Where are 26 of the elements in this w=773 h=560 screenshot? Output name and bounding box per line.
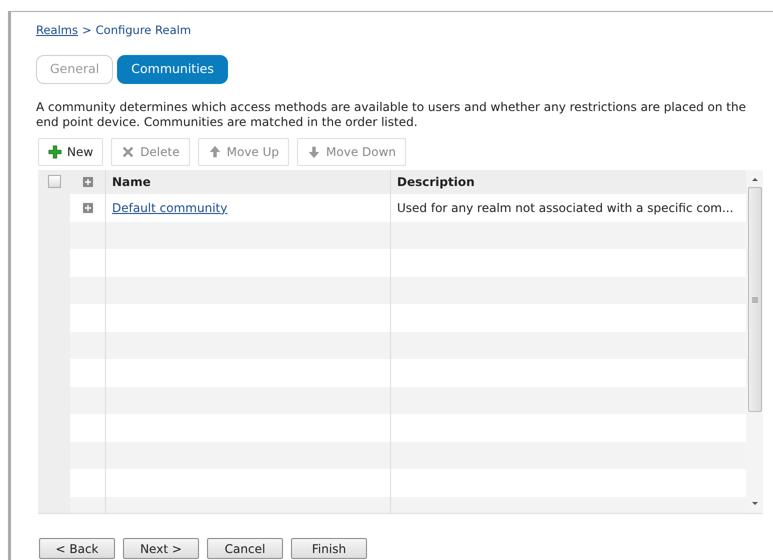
- wizard-button[interactable]: < Back: [39, 538, 115, 559]
- wizard-button[interactable]: Cancel: [207, 538, 283, 559]
- table-cell-text: Used for any realm not associated with a specific com...: [397, 200, 734, 217]
- scroll-up-icon[interactable]: [750, 176, 758, 182]
- scroll-down-icon[interactable]: [750, 501, 758, 507]
- breadcrumb-separator: >: [82, 22, 92, 39]
- community-link[interactable]: Default community: [112, 198, 228, 217]
- column-header[interactable]: Name: [112, 173, 151, 191]
- toolbar-button[interactable]: New: [38, 138, 104, 166]
- arrow-down-icon: [307, 145, 322, 159]
- plus-icon: [48, 145, 62, 159]
- cross-icon: [121, 145, 136, 159]
- wizard-button[interactable]: Finish: [291, 538, 367, 559]
- select-all-checkbox[interactable]: [48, 175, 60, 188]
- grip-icon: [752, 296, 758, 302]
- tab[interactable]: Communities: [117, 55, 228, 84]
- breadcrumb-current: Configure Realm: [96, 22, 192, 39]
- scrollbar-thumb[interactable]: [748, 187, 762, 412]
- expand-icon[interactable]: [82, 202, 92, 213]
- description-text: A community determines which access methods are available to users and whether any restrictions are placed on the end point device. Communities are matched in the order listed.: [36, 100, 747, 130]
- breadcrumb-link[interactable]: Realms: [36, 22, 78, 40]
- arrow-up-icon: [208, 145, 222, 159]
- wizard-button[interactable]: Next >: [123, 538, 199, 559]
- column-header[interactable]: Description: [397, 173, 475, 191]
- expand-icon[interactable]: [82, 177, 92, 187]
- scrollbar[interactable]: [746, 170, 763, 513]
